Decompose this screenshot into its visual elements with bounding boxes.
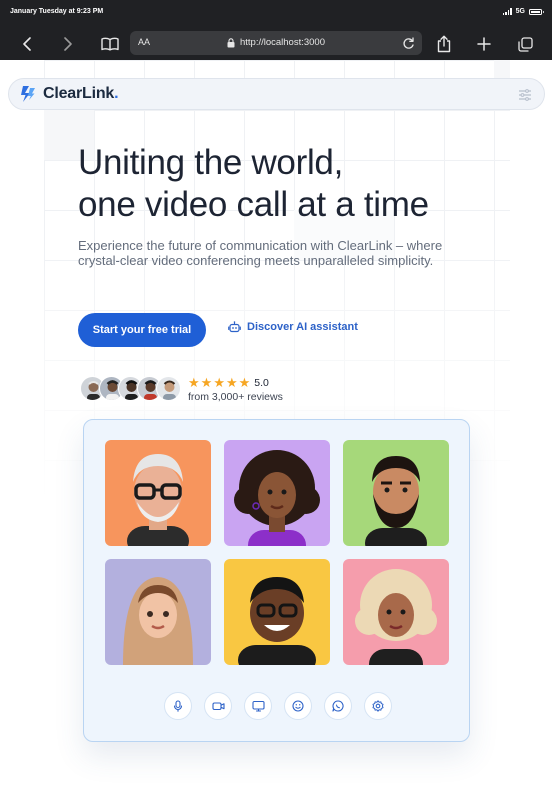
star-icon: ★ [213, 375, 225, 390]
hero-title: Uniting the world, one video call at a t… [78, 142, 498, 226]
screen-share-icon[interactable] [244, 692, 272, 720]
hero-title-line-2: one video call at a time [78, 185, 429, 224]
hero-description: Experience the future of communication w… [78, 238, 443, 268]
browser-toolbar: AA http://localhost:3000 [0, 28, 552, 60]
tabs-icon[interactable] [513, 32, 537, 56]
video-call-preview [83, 419, 470, 742]
star-icon: ★ [188, 375, 200, 390]
chat-icon[interactable] [324, 692, 352, 720]
participant-avatar [355, 569, 437, 665]
star-icon: ★ [238, 375, 251, 390]
ai-link-label: Discover AI assistant [247, 321, 358, 333]
rating-value: 5.0 [254, 377, 269, 389]
logo-text: ClearLink [43, 85, 115, 102]
participant-avatar [238, 577, 316, 665]
participant-avatar [123, 577, 193, 665]
sliders-icon[interactable] [518, 88, 532, 101]
lock-icon [227, 37, 235, 47]
star-icon: ★ [225, 375, 238, 390]
review-count: from 3,000+ reviews [188, 391, 283, 403]
robot-icon [228, 321, 241, 333]
clearlink-logo-icon [21, 86, 35, 102]
status-bar: January Tuesday at 9:23 PM 5G [0, 0, 552, 28]
participant-avatar [234, 450, 320, 546]
participant-tile [105, 440, 211, 546]
address-bar[interactable]: AA http://localhost:3000 [130, 31, 422, 55]
plus-icon[interactable] [472, 32, 496, 56]
emoji-icon[interactable] [284, 692, 312, 720]
url-text: http://localhost:3000 [239, 37, 326, 48]
book-icon[interactable] [98, 32, 122, 56]
reload-icon[interactable] [399, 34, 417, 52]
site-header: ClearLink. [8, 78, 545, 110]
back-icon[interactable] [15, 32, 39, 56]
avatar [156, 376, 181, 401]
participant-tile [343, 559, 449, 665]
page: ClearLink. Uniting the world, one video … [0, 60, 552, 791]
participant-avatar [365, 456, 427, 546]
battery-icon [529, 8, 544, 15]
status-indicators: 5G [502, 8, 544, 15]
discover-ai-assistant-link[interactable]: Discover AI assistant [228, 321, 358, 333]
participant-tile [343, 440, 449, 546]
network-label: 5G [515, 8, 525, 15]
participant-avatar [127, 454, 189, 546]
camera-icon[interactable] [204, 692, 232, 720]
start-free-trial-button[interactable]: Start your free trial [78, 313, 206, 347]
settings-icon[interactable] [364, 692, 392, 720]
signal-icon [502, 8, 512, 15]
participant-tile [224, 559, 330, 665]
microphone-icon[interactable] [164, 692, 192, 720]
status-time: January Tuesday at 9:23 PM [10, 8, 104, 15]
logo-dot: . [114, 85, 119, 102]
hero-title-line-1: Uniting the world, [78, 143, 344, 182]
participant-tile [224, 440, 330, 546]
call-controls [164, 692, 392, 720]
participant-tile [105, 559, 211, 665]
share-icon[interactable] [432, 32, 456, 56]
forward-icon[interactable] [56, 32, 80, 56]
star-rating: ★ ★ ★ ★ ★ 5.0 [188, 376, 269, 390]
logo[interactable]: ClearLink. [19, 85, 119, 103]
star-icon: ★ [200, 375, 213, 390]
